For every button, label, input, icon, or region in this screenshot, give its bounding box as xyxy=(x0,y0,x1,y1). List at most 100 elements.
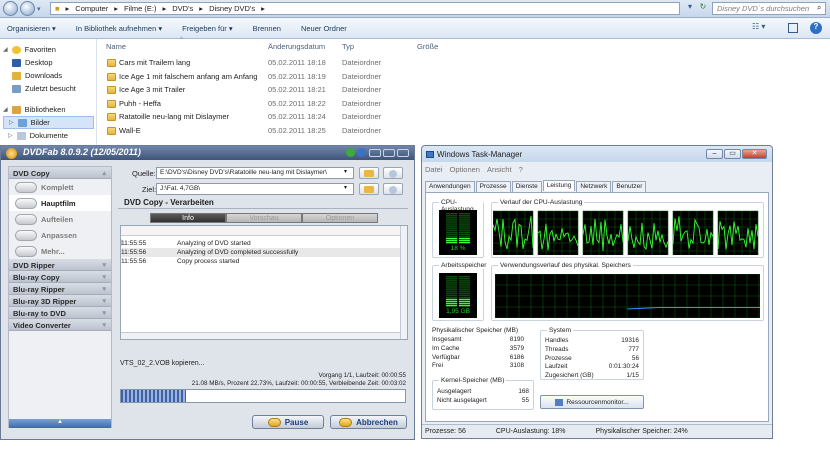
category-bluray-copy[interactable]: Blu-ray Copy ▾ xyxy=(9,271,111,283)
column-header-date[interactable]: Änderungsdatum xyxy=(268,42,325,51)
stat-row: Im Cache 3579 xyxy=(432,344,524,352)
maximize-button[interactable]: ▭ xyxy=(724,149,741,159)
file-row[interactable]: Ice Age 1 mit falschem anfang am Anfang 0… xyxy=(100,70,500,84)
back-button[interactable] xyxy=(3,1,18,16)
mode-more[interactable]: Mehr... xyxy=(9,243,111,259)
column-header-size[interactable]: Größe xyxy=(417,42,438,51)
tab-performance[interactable]: Leistung xyxy=(542,180,576,191)
gauge-segment xyxy=(446,213,457,215)
tab-options[interactable]: Optionen xyxy=(302,213,378,223)
tab-services[interactable]: Dienste xyxy=(511,181,542,192)
gauge-segment xyxy=(446,227,457,229)
tab-preview[interactable]: Vorschau xyxy=(226,213,302,223)
file-row[interactable]: Puhh - Heffa 05.02.2011 18:22 Dateiordner xyxy=(100,97,500,111)
pause-icon xyxy=(267,417,281,427)
menu-options[interactable]: Optionen xyxy=(450,165,480,174)
browse-folder-button[interactable] xyxy=(359,183,379,195)
organize-button[interactable]: Organisieren ▾ xyxy=(7,24,56,33)
column-header-type[interactable]: Typ xyxy=(342,42,354,51)
nav-desktop[interactable]: Desktop xyxy=(3,56,96,69)
breadcrumb-item[interactable]: Filme (E:) xyxy=(124,4,157,13)
nav-recent[interactable]: Zuletzt besucht xyxy=(3,82,96,95)
search-input[interactable]: Disney DVD´s durchsuchen xyxy=(712,2,826,15)
dropdown-arrow-icon[interactable]: ▾ xyxy=(684,2,696,15)
stat-row: Laufzeit 0:01:30:24 xyxy=(545,363,639,371)
column-header-name[interactable]: Name xyxy=(106,42,126,51)
resource-monitor-icon xyxy=(555,398,564,406)
tab-users[interactable]: Benutzer xyxy=(612,181,647,192)
gauge-segment xyxy=(459,239,470,242)
search-icon[interactable]: ⌕ xyxy=(817,3,821,13)
category-video-converter[interactable]: Video Converter ▾ xyxy=(9,319,111,331)
file-row[interactable]: Wall-E 05.02.2011 18:25 Dateiordner xyxy=(100,124,500,138)
recent-pages-icon[interactable]: ▾ xyxy=(37,5,41,13)
mode-komplett[interactable]: Komplett xyxy=(9,179,111,195)
log-scrollbar[interactable] xyxy=(400,226,407,339)
breadcrumb-item[interactable]: Computer xyxy=(75,4,108,13)
help-icon[interactable]: ? xyxy=(810,22,822,34)
help-icon[interactable] xyxy=(357,148,366,157)
file-row[interactable]: Ratatoille neu-lang mit Dislaymer 05.02.2… xyxy=(100,110,500,124)
minimize-button[interactable] xyxy=(383,149,395,157)
category-dvd-ripper[interactable]: DVD Ripper ▾ xyxy=(9,259,111,271)
settings-button[interactable] xyxy=(369,149,381,157)
mode-aufteilen[interactable]: Aufteilen xyxy=(9,211,111,227)
menu-view[interactable]: Ansicht xyxy=(487,165,512,174)
target-input[interactable]: J:\Fat. 4,7GB\ xyxy=(156,183,354,195)
resource-monitor-button[interactable]: Ressourcenmonitor... xyxy=(540,395,644,409)
menu-help[interactable]: ? xyxy=(519,165,523,174)
category-bluray-3d-ripper[interactable]: Blu-ray 3D Ripper ▾ xyxy=(9,295,111,307)
refresh-icon[interactable]: ↻ xyxy=(697,2,709,15)
physical-memory-table: Physikalischer Speicher (MB) Insgesamt 81… xyxy=(432,327,524,371)
file-row[interactable]: Ice Age 3 mit Trailer 05.02.2011 18:21 Dat… xyxy=(100,83,500,97)
gauge-segment xyxy=(446,292,457,294)
tab-applications[interactable]: Anwendungen xyxy=(425,181,475,192)
new-folder-button[interactable]: Neuer Ordner xyxy=(301,24,347,33)
breadcrumb-item[interactable]: Disney DVD's xyxy=(209,4,255,13)
gauge-segment xyxy=(459,288,470,290)
burn-button[interactable]: Brennen xyxy=(253,24,281,33)
view-options-icon[interactable]: ☷ ▾ xyxy=(752,22,768,34)
nav-libraries[interactable]: ◢ Bibliotheken xyxy=(3,103,96,116)
update-icon[interactable] xyxy=(346,148,355,157)
category-bluray-to-dvd[interactable]: Blu-ray to DVD ▾ xyxy=(9,307,111,319)
dropdown-arrow-icon[interactable]: ▾ xyxy=(344,184,347,191)
tab-network[interactable]: Netzwerk xyxy=(576,181,612,192)
forward-button[interactable] xyxy=(20,1,35,16)
close-button[interactable] xyxy=(397,149,409,157)
category-dvd-copy[interactable]: DVD Copy ▴ xyxy=(9,167,111,179)
tab-processes[interactable]: Prozesse xyxy=(475,181,511,192)
cpu-gauge: 18 % xyxy=(439,210,477,255)
mode-hauptfilm[interactable]: Hauptfilm xyxy=(9,195,111,211)
abort-button[interactable]: Abbrechen xyxy=(330,415,407,429)
nav-favorites[interactable]: ◢ Favoriten xyxy=(3,43,96,56)
breadcrumb[interactable]: ■ ▸ Computer ▸ Filme (E:) ▸ DVD's ▸ Disney … xyxy=(50,2,680,15)
sidebar-collapse-button[interactable]: ▲ xyxy=(9,419,111,428)
nav-documents[interactable]: ▷ Dokumente xyxy=(3,129,96,142)
stat-row: Frei 3108 xyxy=(432,362,524,370)
gauge-segment xyxy=(446,284,457,286)
browse-folder-button[interactable] xyxy=(359,167,379,179)
close-button[interactable]: ✕ xyxy=(742,149,767,159)
gauge-segment xyxy=(459,237,470,240)
category-bluray-ripper[interactable]: Blu-ray Ripper ▾ xyxy=(9,283,111,295)
nav-pictures[interactable]: ▷ Bilder xyxy=(3,116,94,129)
nav-downloads[interactable]: Downloads xyxy=(3,69,96,82)
target-disc-button[interactable] xyxy=(383,183,403,195)
minimize-button[interactable]: – xyxy=(706,149,723,159)
share-with-button[interactable]: Freigeben für ▾ xyxy=(182,24,232,33)
pause-button[interactable]: Pause xyxy=(252,415,324,429)
source-input[interactable]: E:\DVD's\Disney DVD's\Ratatoille neu-lan… xyxy=(156,167,354,179)
file-row[interactable]: Cars mit Trailern lang 05.02.2011 18:18 Da… xyxy=(100,56,500,70)
gauge-segment xyxy=(446,217,457,219)
log-hscrollbar[interactable] xyxy=(121,332,400,339)
tab-info[interactable]: Info xyxy=(150,213,226,223)
mode-anpassen[interactable]: Anpassen xyxy=(9,227,111,243)
menu-file[interactable]: Datei xyxy=(425,165,443,174)
source-disc-button[interactable] xyxy=(383,167,403,179)
breadcrumb-item[interactable]: DVD's xyxy=(172,4,193,13)
expand-icon: ▾ xyxy=(102,286,106,293)
dropdown-arrow-icon[interactable]: ▾ xyxy=(344,168,347,175)
include-library-button[interactable]: In Bibliothek aufnehmen ▾ xyxy=(76,24,162,33)
preview-pane-icon[interactable] xyxy=(788,23,798,33)
